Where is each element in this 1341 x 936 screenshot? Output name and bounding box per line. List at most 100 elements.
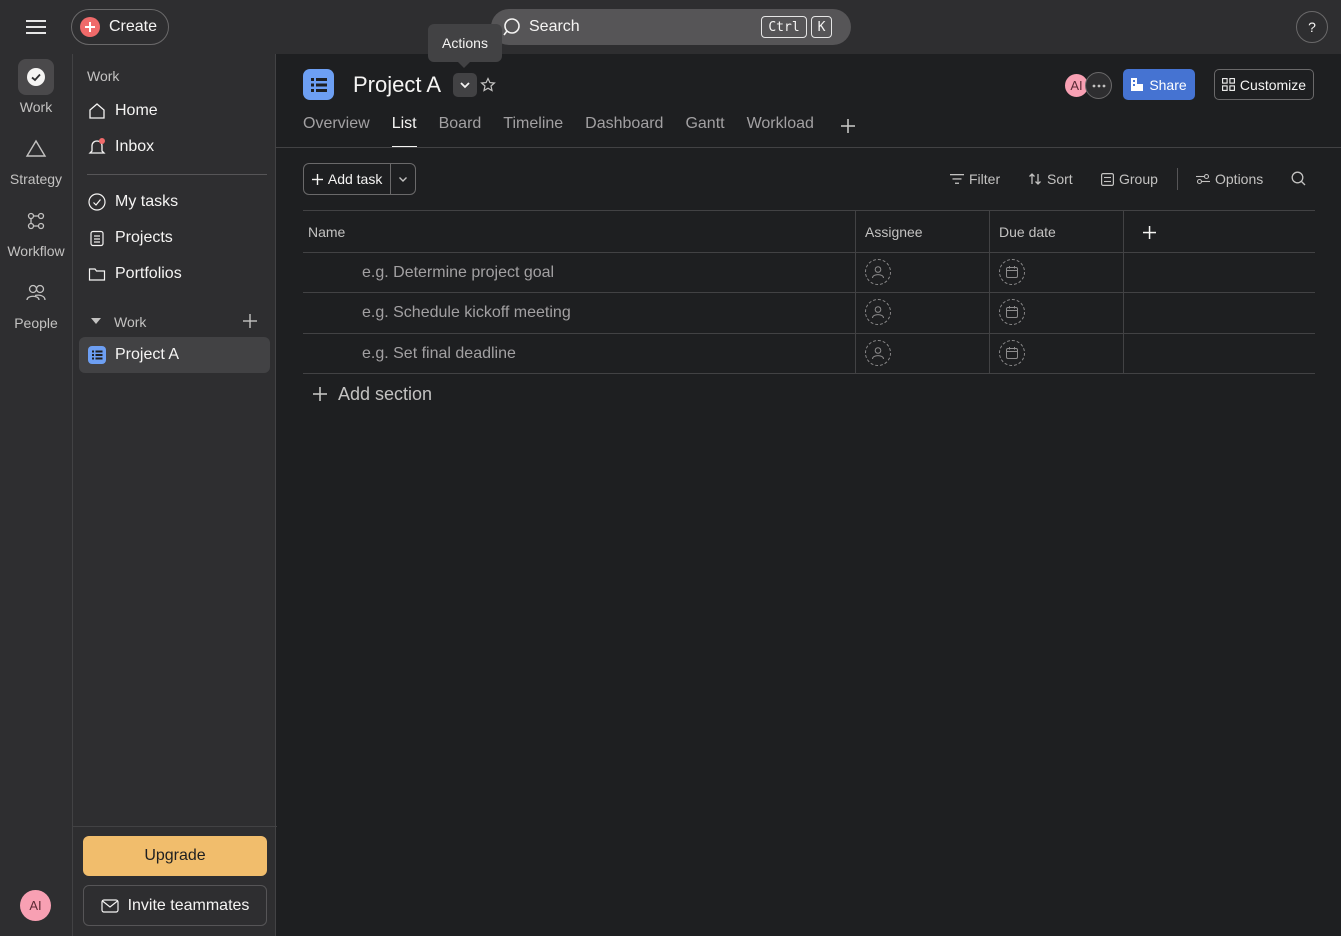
add-task-label: Add task xyxy=(327,171,383,187)
folder-icon xyxy=(87,264,107,284)
sidebar-item-label: My tasks xyxy=(115,193,179,210)
assignee-icon[interactable] xyxy=(865,259,891,285)
tab-gantt[interactable]: Gantt xyxy=(685,115,724,148)
task-name-placeholder[interactable]: e.g. Determine project goal xyxy=(362,264,554,282)
rail-item-strategy[interactable]: Strategy xyxy=(0,131,72,187)
calendar-icon[interactable] xyxy=(999,259,1025,285)
check-circle-icon xyxy=(18,59,54,95)
rail-label-work: Work xyxy=(19,99,53,115)
triangle-icon xyxy=(18,131,54,167)
add-column-icon[interactable] xyxy=(1138,221,1160,243)
rail-item-work[interactable]: Work xyxy=(0,59,72,115)
group-icon xyxy=(1101,172,1114,186)
tab-list[interactable]: List xyxy=(391,115,417,148)
tab-dashboard[interactable]: Dashboard xyxy=(585,115,663,148)
project-list-icon xyxy=(87,345,107,365)
rail-item-workflow[interactable]: Workflow xyxy=(0,203,72,259)
share-button[interactable]: Share xyxy=(1123,69,1195,100)
chevron-down-icon xyxy=(459,81,471,89)
options-button[interactable]: Options xyxy=(1196,170,1263,188)
invite-label: Invite teammates xyxy=(127,896,250,914)
sidebar-item-portfolios[interactable]: Portfolios xyxy=(79,256,270,292)
page-title[interactable]: Project A xyxy=(353,72,441,98)
share-label: Share xyxy=(1149,76,1187,93)
add-project-icon[interactable] xyxy=(243,314,257,328)
customize-icon xyxy=(1221,78,1235,91)
mail-icon xyxy=(100,898,119,913)
actions-tooltip: Actions xyxy=(428,24,502,62)
sidebar-item-my-tasks[interactable]: My tasks xyxy=(79,184,270,220)
customize-button[interactable]: Customize xyxy=(1214,69,1314,100)
add-task-dropdown[interactable] xyxy=(391,164,415,194)
more-members-icon[interactable] xyxy=(1085,72,1112,99)
section-collapse-icon[interactable] xyxy=(89,316,103,326)
toolbar-separator xyxy=(1177,168,1178,190)
menu-icon[interactable] xyxy=(22,14,50,40)
chevron-down-icon xyxy=(398,176,408,183)
add-task-button[interactable]: Add task xyxy=(304,164,392,194)
add-section-button[interactable]: Add section xyxy=(312,382,432,406)
check-circle-icon xyxy=(87,192,107,212)
tab-overview[interactable]: Overview xyxy=(303,115,370,148)
sidebar-item-label: Portfolios xyxy=(115,265,182,282)
avatar[interactable]: AI xyxy=(20,890,51,921)
sidebar-item-home[interactable]: Home xyxy=(79,93,270,129)
filter-button[interactable]: Filter xyxy=(950,170,1000,188)
options-label: Options xyxy=(1215,171,1264,187)
sidebar-divider xyxy=(87,174,267,175)
tab-workload[interactable]: Workload xyxy=(747,115,814,148)
sort-button[interactable]: Sort xyxy=(1028,170,1073,188)
left-rail: Work Strategy Workflow People xyxy=(0,54,72,936)
task-name-placeholder[interactable]: e.g. Set final deadline xyxy=(362,345,516,363)
row-divider xyxy=(303,292,1315,293)
upgrade-button[interactable]: Upgrade xyxy=(83,836,267,876)
sort-icon xyxy=(1028,172,1042,186)
bell-icon xyxy=(87,137,107,157)
sidebar-item-projects[interactable]: Projects xyxy=(79,220,270,256)
calendar-icon[interactable] xyxy=(999,340,1025,366)
row-divider xyxy=(303,333,1315,334)
sidebar-item-label: Projects xyxy=(115,229,173,246)
sidebar-item-label: Project A xyxy=(115,346,180,363)
shortcut-k-key: K xyxy=(811,16,832,38)
row-divider xyxy=(303,252,1315,253)
rail-item-people[interactable]: People xyxy=(0,275,72,331)
search-placeholder: Search xyxy=(529,18,580,35)
assignee-icon[interactable] xyxy=(865,340,891,366)
tab-board[interactable]: Board xyxy=(439,115,482,148)
sidebar-item-project-a[interactable]: Project A xyxy=(79,337,270,373)
filter-label: Filter xyxy=(969,171,1001,187)
column-header-assignee[interactable]: Assignee xyxy=(860,211,988,252)
sidebar-item-label: Home xyxy=(115,102,158,119)
search-icon[interactable] xyxy=(1291,171,1306,186)
actions-button[interactable] xyxy=(453,73,477,97)
sidebar-item-inbox[interactable]: Inbox xyxy=(79,129,270,165)
add-task-split-button: Add task xyxy=(303,163,416,195)
help-button[interactable]: ? xyxy=(1296,11,1328,43)
sidebar-item-label: Inbox xyxy=(115,138,155,155)
group-button[interactable]: Group xyxy=(1101,170,1158,188)
add-section-label: Add section xyxy=(338,383,433,404)
column-header-name[interactable]: Name xyxy=(303,211,855,252)
invite-teammates-button[interactable]: Invite teammates xyxy=(83,885,267,926)
sort-label: Sort xyxy=(1047,171,1073,187)
share-icon xyxy=(1131,78,1144,91)
create-button[interactable]: Create xyxy=(71,9,169,45)
plus-icon xyxy=(312,386,328,402)
row-divider xyxy=(303,373,1315,374)
rail-label-workflow: Workflow xyxy=(7,243,65,259)
plus-icon xyxy=(80,17,100,37)
filter-icon xyxy=(950,173,964,185)
calendar-icon[interactable] xyxy=(999,299,1025,325)
column-header-due-date[interactable]: Due date xyxy=(994,211,1122,252)
assignee-icon[interactable] xyxy=(865,299,891,325)
star-icon[interactable] xyxy=(478,75,498,95)
search-input[interactable]: Search Ctrl K xyxy=(491,9,851,45)
project-list-icon xyxy=(303,69,334,100)
tab-timeline[interactable]: Timeline xyxy=(503,115,563,148)
sidebar-section-title[interactable]: Work xyxy=(114,314,146,330)
task-name-placeholder[interactable]: e.g. Schedule kickoff meeting xyxy=(362,304,571,322)
shortcut-ctrl-key: Ctrl xyxy=(761,16,807,38)
add-tab-icon[interactable] xyxy=(838,116,858,136)
sidebar-bottom-divider xyxy=(73,826,277,827)
